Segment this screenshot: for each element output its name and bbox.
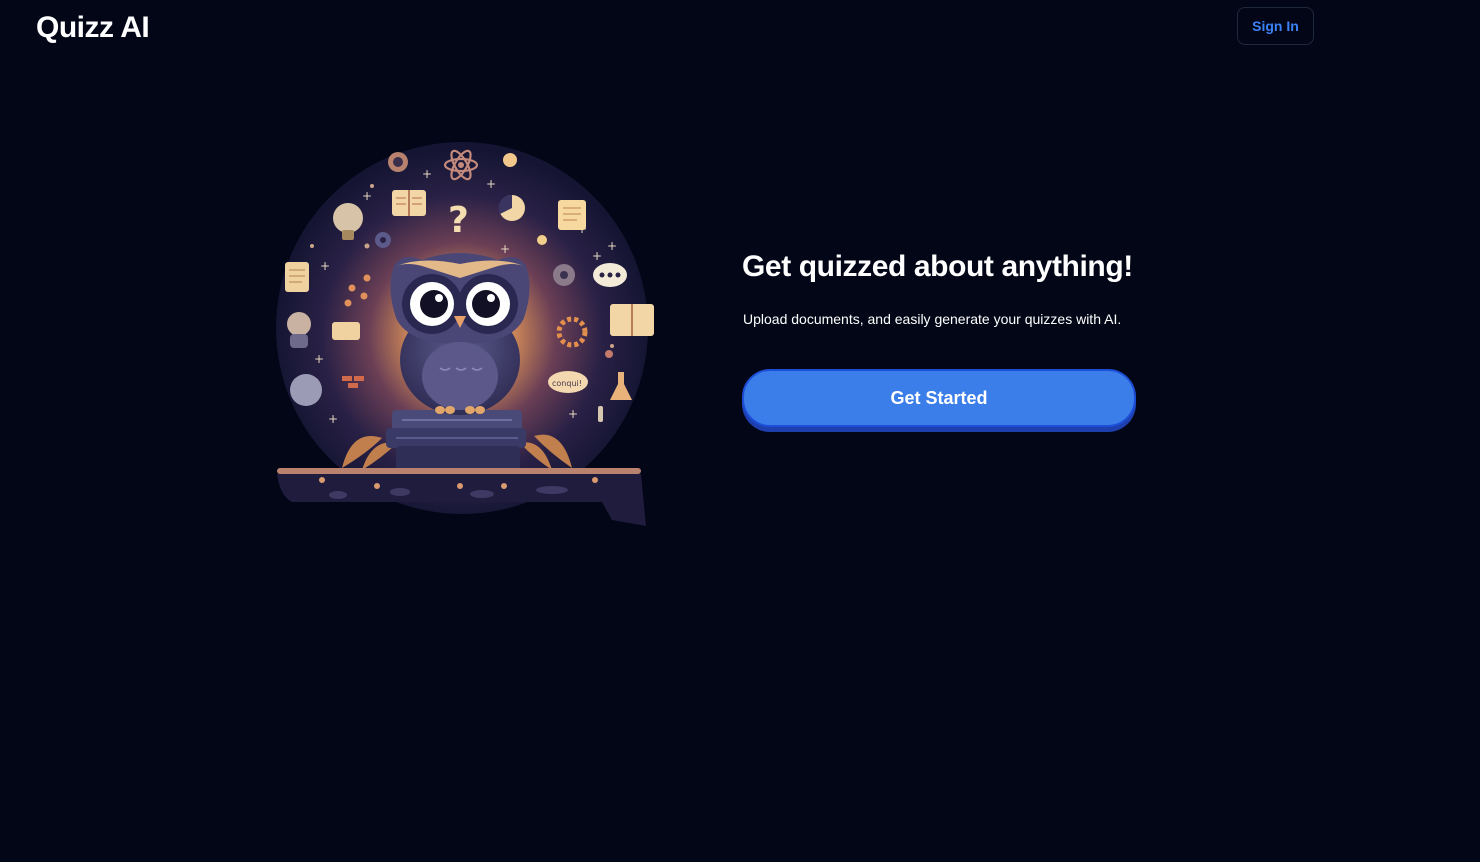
svg-text:+: +	[422, 167, 432, 181]
sign-in-button[interactable]: Sign In	[1237, 7, 1314, 45]
svg-text:+: +	[314, 352, 324, 366]
svg-text:+: +	[320, 259, 330, 273]
svg-text:+: +	[500, 242, 510, 256]
svg-text:+: +	[328, 412, 338, 426]
hero-subtext: Upload documents, and easily generate yo…	[743, 311, 1122, 327]
hero-illustration: + + + + + + + + + + +	[272, 138, 662, 530]
hero-headline: Get quizzed about anything!	[742, 250, 1133, 283]
svg-text:+: +	[568, 407, 578, 421]
svg-text:+: +	[362, 189, 372, 203]
get-started-button[interactable]: Get Started	[742, 369, 1136, 427]
svg-text:+: +	[486, 177, 496, 191]
svg-text:?: ?	[448, 200, 469, 241]
svg-text:conqui!: conqui!	[552, 379, 582, 388]
owl-illustration-icon: + + + + + + + + + + +	[276, 142, 654, 526]
svg-text:+: +	[607, 239, 617, 253]
svg-text:+: +	[592, 249, 602, 263]
landing-page: Quizz AI Sign In + + + + + + + + + + ? c…	[0, 0, 1480, 862]
app-logo[interactable]: Quizz AI	[36, 10, 150, 46]
